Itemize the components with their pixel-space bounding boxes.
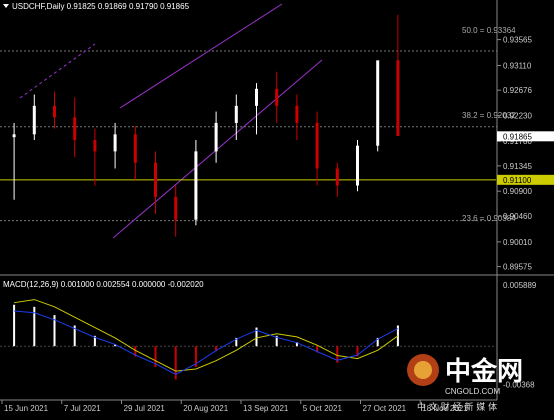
indicator-label: MACD(12,26,9) 0.001000 0.002554 0.000000… [3,280,204,289]
candle-body [214,122,218,152]
y-tick-label: 0.90010 [503,238,532,247]
current-price-tag: 0.91865 [497,131,554,142]
y-tick-label: 0.90900 [503,187,532,196]
watermark-site: CNGOLD.COM [445,387,500,396]
y-tick-label: 0.93565 [503,36,532,45]
candle-body [93,140,97,152]
hline-price-tag-text: 0.91100 [503,176,532,185]
x-tick-label: 13 Sep 2021 [243,404,289,413]
candle-body [73,117,77,141]
candle-body [194,151,198,220]
x-tick-label: 20 Aug 2021 [183,404,228,413]
candle-body [356,145,359,186]
y-tick-label: 0.89575 [503,263,532,272]
candle-body [32,105,36,135]
fib-50-label: 50.0 = 0.93364 [462,26,516,35]
y-tick-label: 0.93110 [503,61,532,70]
watermark: 中金网 CNGOLD.COM 中 文 财 经 新 媒 体 [405,342,554,416]
watermark-brand: 中金网 [445,356,523,387]
x-tick-label: 29 Jul 2021 [124,404,166,413]
y-tick-label: 0.92230 [503,112,532,121]
symbol-header: USDCHF,Daily 0.91825 0.91869 0.91790 0.9… [12,2,190,11]
candle-body [396,60,400,137]
x-tick-label: 27 Oct 2021 [363,404,407,413]
y-tick-label: 0.92676 [503,86,532,95]
hline-price-tag: 0.91100 [497,174,554,185]
candle-body [295,105,299,123]
x-tick-label: 5 Oct 2021 [303,404,343,413]
y-tick-label: 0.91345 [503,162,532,171]
y-tick-label: 0.90460 [503,212,532,221]
candle-body [12,134,16,138]
current-price-tag-text: 0.91865 [503,132,532,141]
candle-body [174,196,178,220]
candle-body [113,134,117,152]
watermark-logo-inner-icon [414,361,432,379]
candle-body [255,88,258,106]
candle-body [154,162,157,197]
price-pane [0,0,554,275]
x-tick-label: 15 Jun 2021 [4,404,49,413]
candle-body [376,60,380,146]
x-tick-label: 7 Jul 2021 [64,404,101,413]
candle-body [234,105,238,123]
candle-body [315,122,319,169]
macd-tick-label: 0.005889 [503,281,537,290]
candle-body [133,134,137,163]
watermark-tagline: 中 文 财 经 新 媒 体 [417,401,497,413]
candle-body [53,105,56,118]
candle-body [335,168,339,186]
candle-body [275,88,279,106]
